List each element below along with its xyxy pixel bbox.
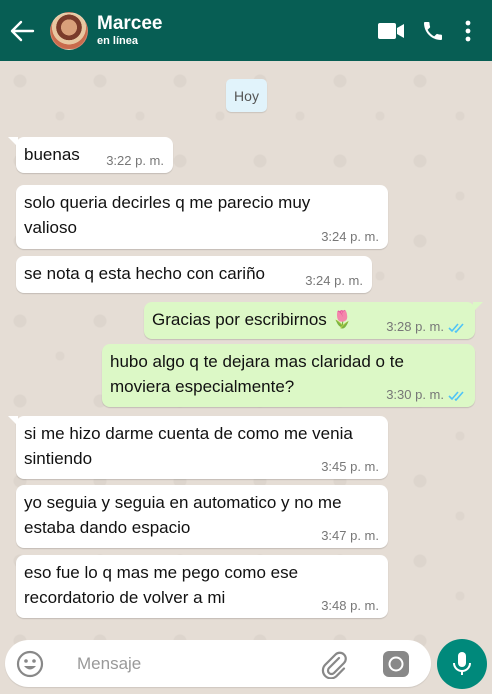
camera-icon — [383, 651, 409, 677]
message-time: 3:45 p. m. — [321, 459, 379, 474]
message-text: buenas — [24, 145, 80, 164]
contact-status: en línea — [97, 35, 138, 47]
video-call-button[interactable] — [370, 11, 412, 51]
message-bubble[interactable]: buenas 3:22 p. m. — [8, 137, 173, 173]
attach-button[interactable] — [317, 648, 351, 680]
mic-button[interactable] — [437, 639, 487, 689]
message-time: 3:48 p. m. — [321, 598, 379, 613]
avatar[interactable] — [50, 11, 88, 50]
attach-icon — [321, 651, 347, 679]
message-time: 3:24 p. m. — [305, 273, 363, 288]
video-call-icon — [378, 22, 404, 39]
message-time: 3:22 p. m. — [106, 153, 164, 168]
message-bubble[interactable]: solo queria decirles q me parecio muy va… — [16, 185, 388, 249]
phone-icon — [424, 21, 442, 40]
message-time: 3:24 p. m. — [321, 229, 379, 244]
message-bubble[interactable]: Gracias por escribirnos 🌷 3:28 p. m. — [144, 302, 483, 339]
emoji-button[interactable] — [5, 640, 55, 687]
mic-icon — [453, 652, 471, 675]
double-check-read-icon — [448, 390, 466, 401]
phone-button[interactable] — [412, 11, 454, 51]
message-bubble[interactable]: eso fue lo q mas me pego como ese record… — [16, 555, 388, 618]
date-chip: Hoy — [226, 79, 267, 112]
message-bubble[interactable]: se nota q esta hecho con cariño 3:24 p. … — [16, 256, 372, 293]
message-bubble[interactable]: yo seguia y seguia en automatico y no me… — [16, 485, 388, 548]
message-time: 3:47 p. m. — [321, 528, 379, 543]
chat-header: Marcee en línea — [0, 0, 492, 61]
message-time: 3:28 p. m. — [386, 319, 444, 334]
composer-bar — [0, 633, 492, 694]
message-bubble[interactable]: hubo algo q te dejara mas claridad o te … — [102, 344, 475, 407]
message-composer[interactable] — [5, 640, 431, 687]
camera-button[interactable] — [379, 647, 413, 681]
more-options-icon — [465, 20, 471, 41]
message-text: se nota q esta hecho con cariño — [24, 264, 265, 283]
back-arrow-icon — [10, 20, 35, 41]
message-input[interactable] — [77, 653, 297, 674]
message-text: Gracias por escribirnos 🌷 — [152, 310, 353, 329]
contact-info[interactable]: Marcee en línea — [97, 13, 370, 48]
more-options-button[interactable] — [454, 11, 482, 51]
message-time: 3:30 p. m. — [386, 387, 444, 402]
message-bubble[interactable]: si me hizo darme cuenta de como me venia… — [8, 416, 388, 479]
double-check-read-icon — [448, 322, 466, 333]
contact-name: Marcee — [97, 13, 163, 34]
chat-area[interactable]: Hoy buenas 3:22 p. m. solo queria decirl… — [0, 61, 492, 694]
back-button[interactable] — [0, 0, 44, 61]
emoji-icon — [16, 650, 44, 677]
